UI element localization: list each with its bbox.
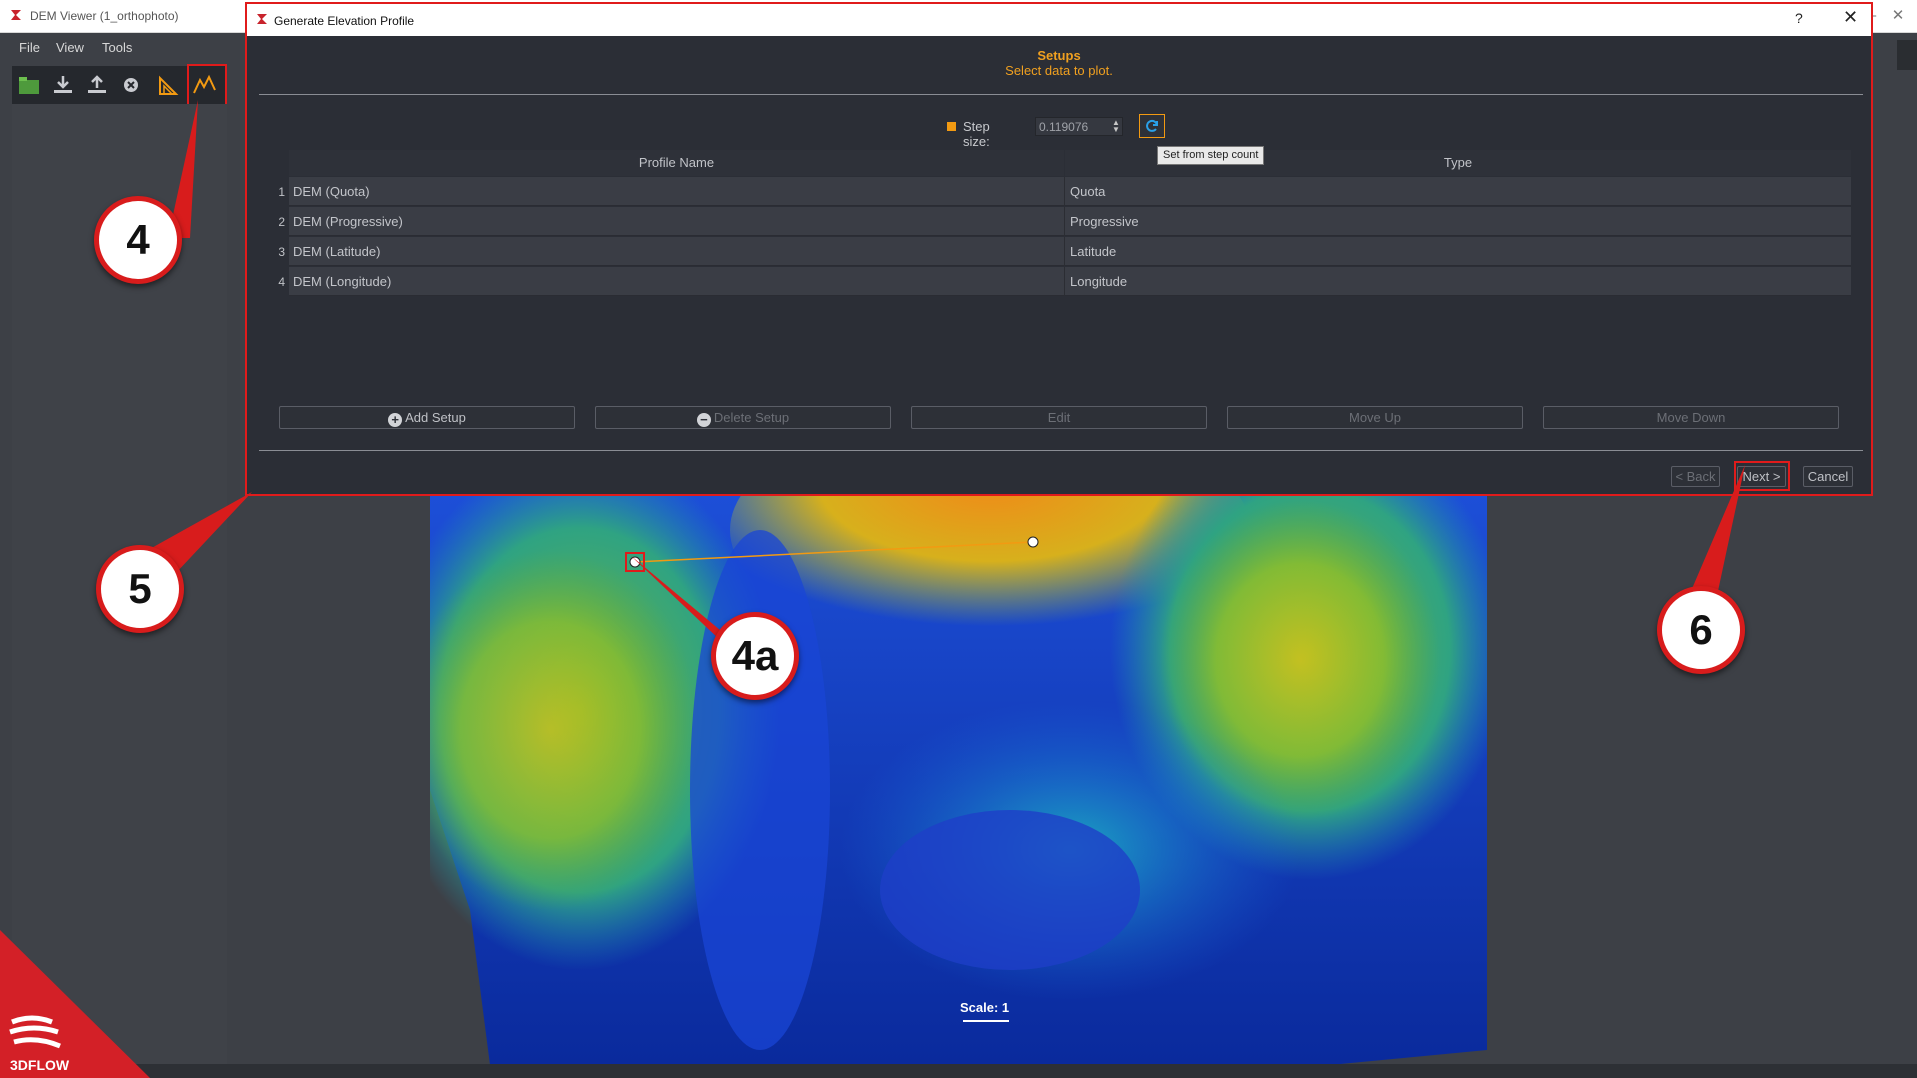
annotation-marker-4: 4	[94, 196, 182, 284]
brand-logo-text: 3DFLOW	[10, 1057, 70, 1073]
annotation-marker-4a: 4a	[711, 612, 799, 700]
annotation-pointers	[130, 100, 1745, 655]
annotation-marker-6: 6	[1657, 586, 1745, 674]
brand-logo: 3DFLOW	[0, 930, 150, 1078]
annotation-marker-5: 5	[96, 545, 184, 633]
